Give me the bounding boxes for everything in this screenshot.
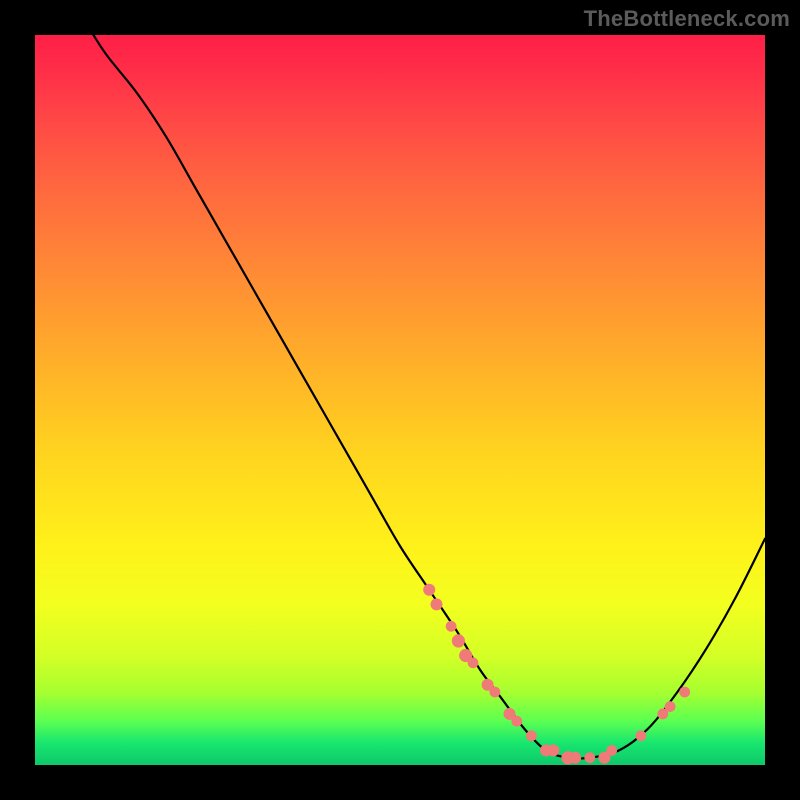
marker-dot [431, 598, 443, 610]
marker-dot [679, 687, 690, 698]
marker-dot [511, 716, 522, 727]
marker-dot [526, 730, 537, 741]
chart-frame: TheBottleneck.com [0, 0, 800, 800]
marker-dot [665, 701, 676, 712]
marker-dot [569, 752, 581, 764]
marker-dot [490, 687, 501, 698]
marker-dot [423, 584, 435, 596]
markers-group [423, 584, 690, 765]
marker-dot [452, 634, 465, 647]
curve-line [93, 35, 765, 759]
chart-svg [35, 35, 765, 765]
plot-area [35, 35, 765, 765]
marker-dot [468, 657, 479, 668]
marker-dot [636, 730, 647, 741]
marker-dot [606, 745, 617, 756]
marker-dot [584, 752, 595, 763]
marker-dot [446, 621, 457, 632]
marker-dot [547, 744, 559, 756]
watermark-text: TheBottleneck.com [584, 6, 790, 32]
